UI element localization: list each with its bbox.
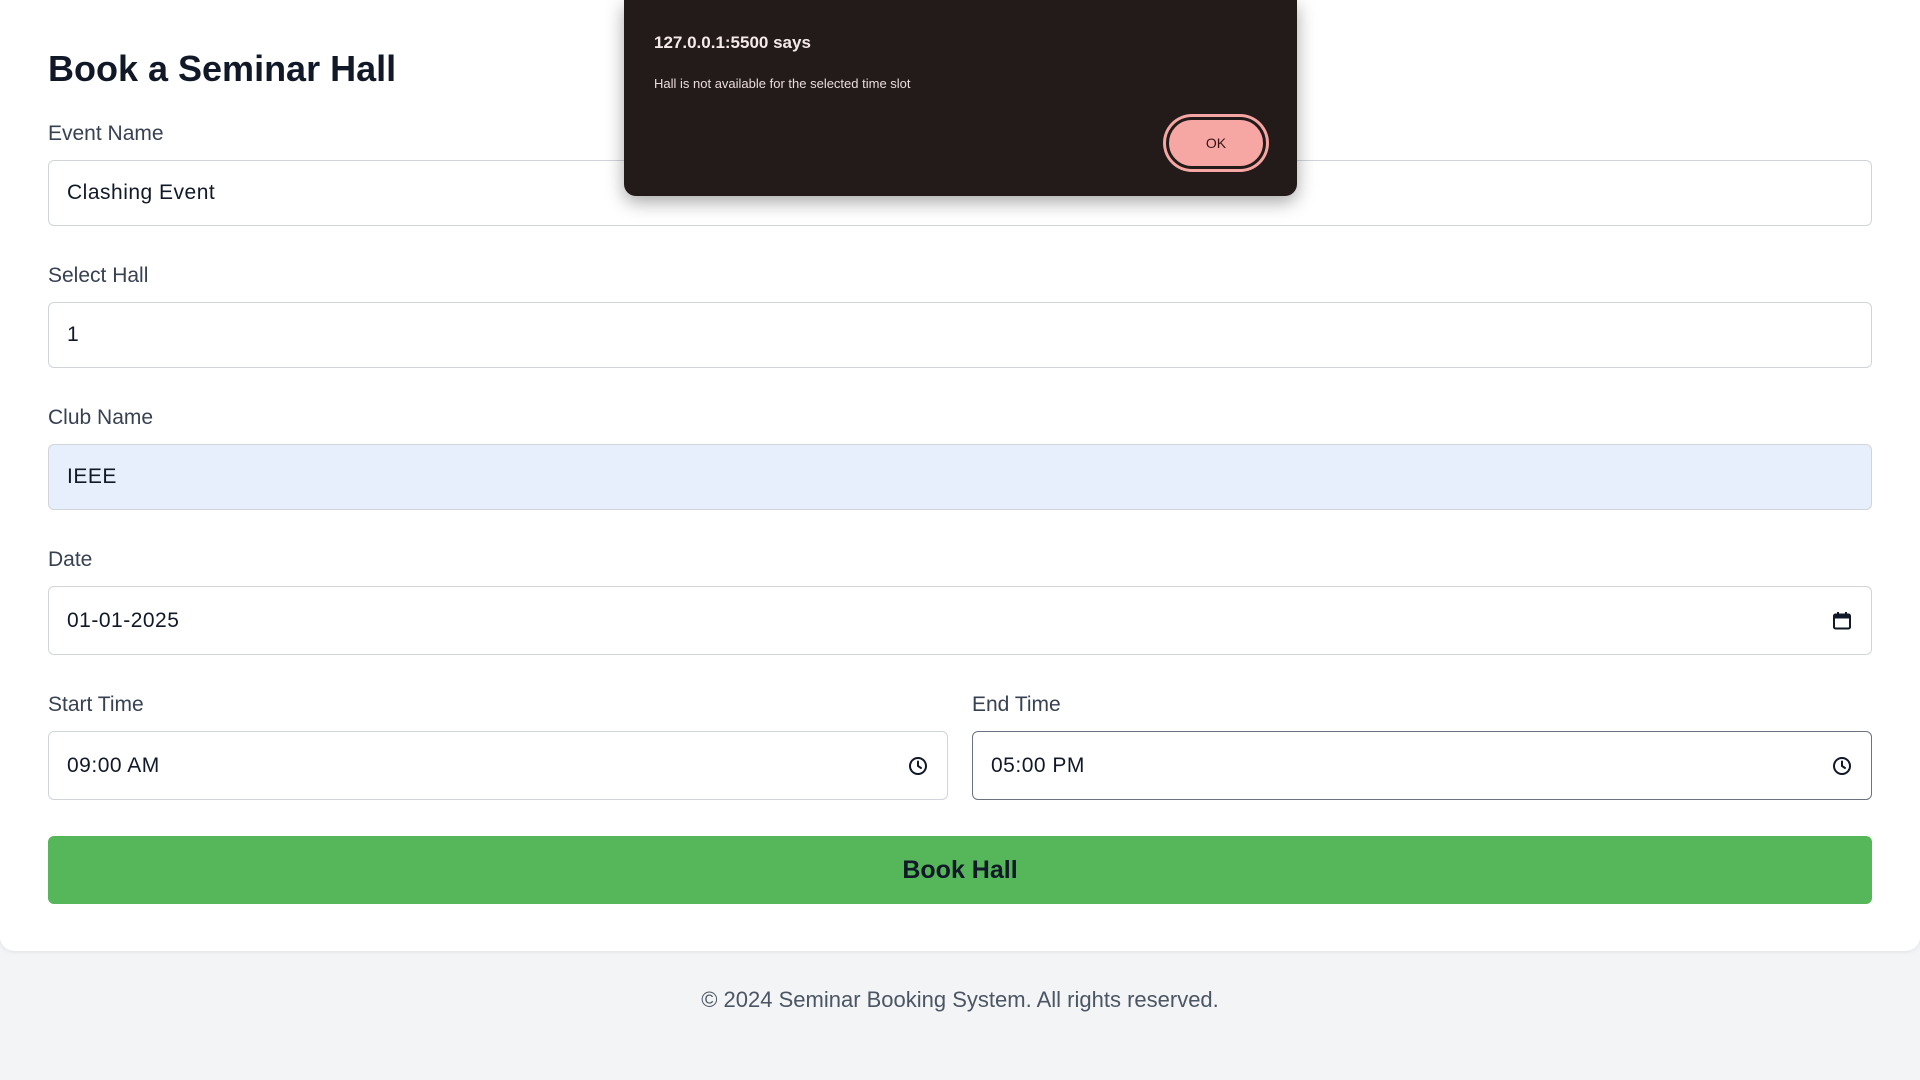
footer-copyright: © 2024 Seminar Booking System. All right… [701, 987, 1219, 1012]
hall-value: 1 [67, 323, 80, 346]
alert-dialog: 127.0.0.1:5500 says Hall is not availabl… [624, 0, 1297, 196]
start-time-label: Start Time [48, 693, 144, 716]
end-time-value: 05:00 PM [991, 753, 1085, 777]
start-time-value: 09:00 AM [67, 753, 160, 777]
date-input[interactable]: 01-01-2025 [48, 586, 1872, 655]
date-value: 01-01-2025 [67, 608, 180, 632]
club-name-input[interactable]: IEEE [48, 444, 1872, 510]
book-hall-button[interactable]: Book Hall [48, 836, 1872, 904]
alert-message: Hall is not available for the selected t… [654, 76, 911, 91]
alert-origin: 127.0.0.1:5500 says [654, 33, 811, 52]
end-time-input[interactable]: 05:00 PM [972, 731, 1872, 800]
alert-ok-button[interactable]: OK [1166, 117, 1266, 169]
calendar-icon[interactable] [1831, 610, 1853, 632]
event-name-label: Event Name [48, 122, 164, 145]
date-label: Date [48, 548, 93, 571]
page-title: Book a Seminar Hall [48, 48, 397, 89]
club-name-value: IEEE [67, 465, 117, 488]
start-time-input[interactable]: 09:00 AM [48, 731, 948, 800]
club-name-label: Club Name [48, 406, 154, 429]
hall-input[interactable]: 1 [48, 302, 1872, 368]
select-hall-label: Select Hall [48, 264, 149, 287]
clock-icon[interactable] [1831, 755, 1853, 777]
end-time-label: End Time [972, 693, 1061, 716]
clock-icon[interactable] [907, 755, 929, 777]
